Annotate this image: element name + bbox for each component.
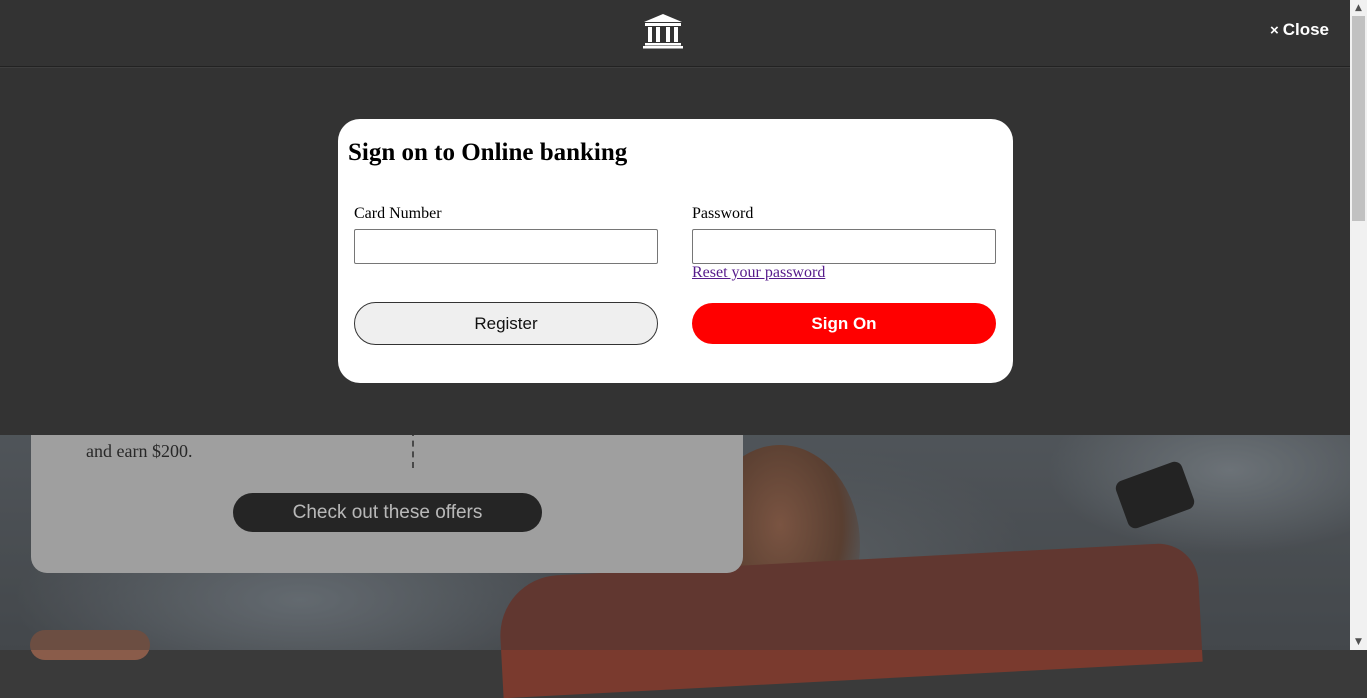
scroll-down-arrow-icon[interactable]: ▼ <box>1350 634 1367 650</box>
sign-on-button[interactable]: Sign On <box>692 303 996 344</box>
scrollbar-thumb[interactable] <box>1352 16 1365 221</box>
close-button[interactable]: × Close <box>1270 20 1329 40</box>
card-number-input[interactable] <box>354 229 658 264</box>
signon-modal: Sign on to Online banking Card Number Pa… <box>338 119 1013 383</box>
card-number-label: Card Number <box>354 205 442 222</box>
close-label: Close <box>1282 20 1329 39</box>
scroll-up-arrow-icon[interactable]: ▲ <box>1350 0 1367 16</box>
close-icon: × <box>1269 21 1279 39</box>
reset-password-link[interactable]: Reset your password <box>692 264 825 282</box>
register-button[interactable]: Register <box>354 302 658 345</box>
overlay-header: × Close <box>0 0 1350 67</box>
password-input[interactable] <box>692 229 996 264</box>
bank-building-icon <box>643 14 683 49</box>
modal-title: Sign on to Online banking <box>348 139 628 166</box>
background-dim-layer <box>0 435 1350 650</box>
signon-overlay: × Close Sign on to Online banking Card N… <box>0 0 1350 435</box>
password-label: Password <box>692 205 754 222</box>
